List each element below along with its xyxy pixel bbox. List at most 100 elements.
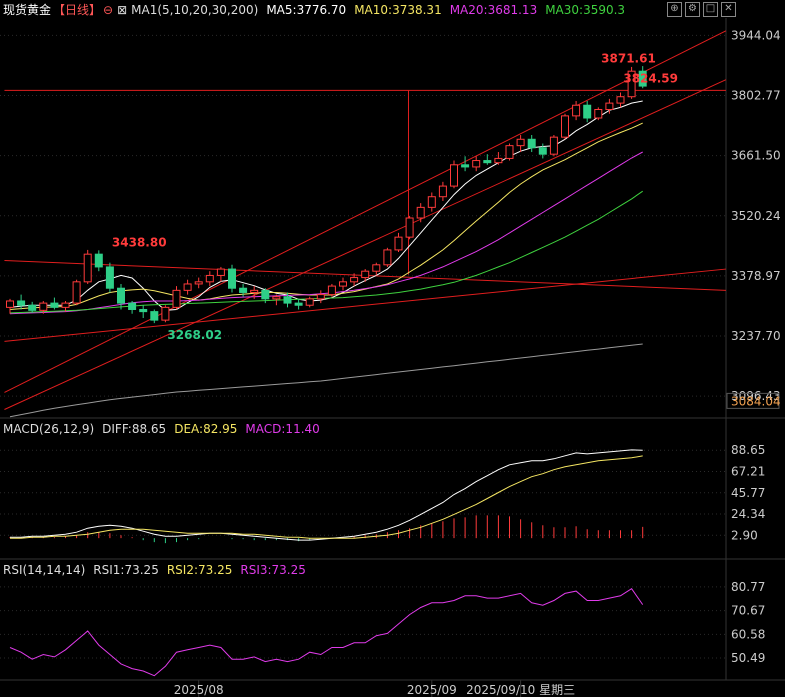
trendline <box>4 30 727 393</box>
candle-body <box>538 147 547 155</box>
candle-body <box>194 281 203 285</box>
candle-body <box>561 115 569 138</box>
rsi2-legend: RSI2:73.25 <box>166 563 233 577</box>
chart-canvas[interactable]: 3944.04 3802.77 3661.50 3520.24 3378.97 3237.… <box>0 0 785 697</box>
candle-body <box>438 185 447 198</box>
maximize-icon[interactable]: □ <box>703 2 718 17</box>
rsi-legend: RSI(14,14,14) RSI1:73.25 RSI2:73.25 RSI3:73… <box>3 561 314 579</box>
rsi-tick-label: 50.49 <box>731 651 765 665</box>
candle-body <box>205 274 214 283</box>
price-tick-label: 3802.77 <box>731 89 781 103</box>
candle-body <box>72 281 81 304</box>
candle-body <box>183 283 192 291</box>
x-axis-label: 2025/09/10 星期三 <box>466 683 575 697</box>
rsi-tick-label: 80.77 <box>731 580 765 594</box>
restore-icon[interactable]: ⊕ <box>667 2 682 17</box>
rsi3-legend: RSI3:73.25 <box>240 563 306 577</box>
candle-body <box>372 264 381 272</box>
x-axis-label: 2025/08 <box>174 683 224 697</box>
candle-body <box>516 138 525 147</box>
candle-body <box>61 302 70 308</box>
candle-body <box>94 253 103 268</box>
candle-body <box>239 287 248 293</box>
candle-body <box>39 302 48 311</box>
candle-body <box>405 217 414 238</box>
candle-body <box>50 302 59 308</box>
candle-body <box>216 268 225 276</box>
ma-line-ma5 <box>9 100 643 311</box>
settings-icon[interactable]: ⚙ <box>685 2 700 17</box>
ma-line-ma20 <box>9 151 643 315</box>
macd-value-legend: MACD:11.40 <box>245 422 320 436</box>
price-tick-label: 3520.24 <box>731 209 781 223</box>
price-annotation: 3871.61 <box>601 51 656 65</box>
candle-body <box>527 138 536 149</box>
candle-body <box>572 104 581 117</box>
price-tick-label: 3237.70 <box>731 329 781 343</box>
ma20-legend: MA20:3681.13 <box>449 3 538 17</box>
rsi-title[interactable]: RSI(14,14,14) <box>3 563 85 577</box>
candle-body <box>472 160 481 168</box>
price-highlight-label: 3084.04 <box>731 394 781 408</box>
candle-body <box>483 160 492 164</box>
price-tick-label: 3944.04 <box>731 28 781 42</box>
price-annotation: 3438.80 <box>112 235 167 249</box>
rsi-line-rsi1 <box>9 588 644 677</box>
candle-body <box>17 300 26 306</box>
price-annotation: 3824.59 <box>623 71 678 85</box>
candle-body <box>161 306 170 321</box>
candle-body <box>128 302 137 310</box>
macd-tick-label: 67.21 <box>731 465 765 479</box>
price-tick-label: 3661.50 <box>731 149 781 163</box>
candle-body <box>461 164 470 168</box>
candle-body <box>583 104 592 119</box>
candle-body <box>117 287 125 304</box>
diff-legend: DIFF:88.65 <box>102 422 167 436</box>
candle-body <box>28 304 37 311</box>
close-icon[interactable]: ✕ <box>721 2 736 17</box>
candle-body <box>250 289 259 293</box>
candle-body <box>383 249 392 266</box>
candle-body <box>350 277 359 283</box>
macd-title[interactable]: MACD(26,12,9) <box>3 422 94 436</box>
macd-line-diff <box>10 449 643 541</box>
candle-body <box>339 281 347 287</box>
candle-body <box>616 96 625 104</box>
candle-body <box>261 289 270 300</box>
candle-body <box>294 302 303 306</box>
ma30-legend: MA30:3590.3 <box>545 3 626 17</box>
candle-body <box>327 285 336 296</box>
macd-legend: MACD(26,12,9) DIFF:88.65 DEA:82.95 MACD:11.… <box>3 420 328 438</box>
instrument-name: 现货黄金 <box>3 3 52 17</box>
settings-circle-icon[interactable]: ⊖ <box>103 3 113 17</box>
candle-body <box>494 157 503 164</box>
candle-body <box>450 164 458 187</box>
rsi-tick-label: 60.58 <box>731 627 765 641</box>
candle-body <box>594 108 603 119</box>
macd-tick-label: 2.90 <box>731 528 758 542</box>
candle-body <box>416 206 425 219</box>
rsi-tick-label: 70.67 <box>731 604 765 618</box>
candle-body <box>172 289 181 308</box>
ma-line-ma200 <box>9 343 643 418</box>
ma-line-ma10 <box>9 122 643 310</box>
dea-legend: DEA:82.95 <box>174 422 238 436</box>
candle-body <box>283 296 292 304</box>
candle-body <box>6 300 14 308</box>
ma1-legend[interactable]: MA1(5,10,20,30,200) <box>131 3 258 17</box>
ma5-legend: MA5:3776.70 <box>266 3 347 17</box>
macd-tick-label: 24.34 <box>731 507 765 521</box>
period-selector[interactable]: 【日线】 <box>53 3 101 17</box>
candle-body <box>605 102 614 110</box>
candle-body <box>139 308 148 313</box>
price-annotation: 3268.02 <box>167 328 222 342</box>
candle-body <box>272 296 281 300</box>
indicator-icon[interactable]: ⊠ <box>117 3 127 17</box>
candle-body <box>228 268 236 289</box>
rsi1-legend: RSI1:73.25 <box>93 563 159 577</box>
candle-body <box>305 298 314 306</box>
candle-body <box>105 266 114 289</box>
candle-body <box>549 136 558 155</box>
candle-body <box>150 311 159 321</box>
candle-body <box>505 145 514 159</box>
